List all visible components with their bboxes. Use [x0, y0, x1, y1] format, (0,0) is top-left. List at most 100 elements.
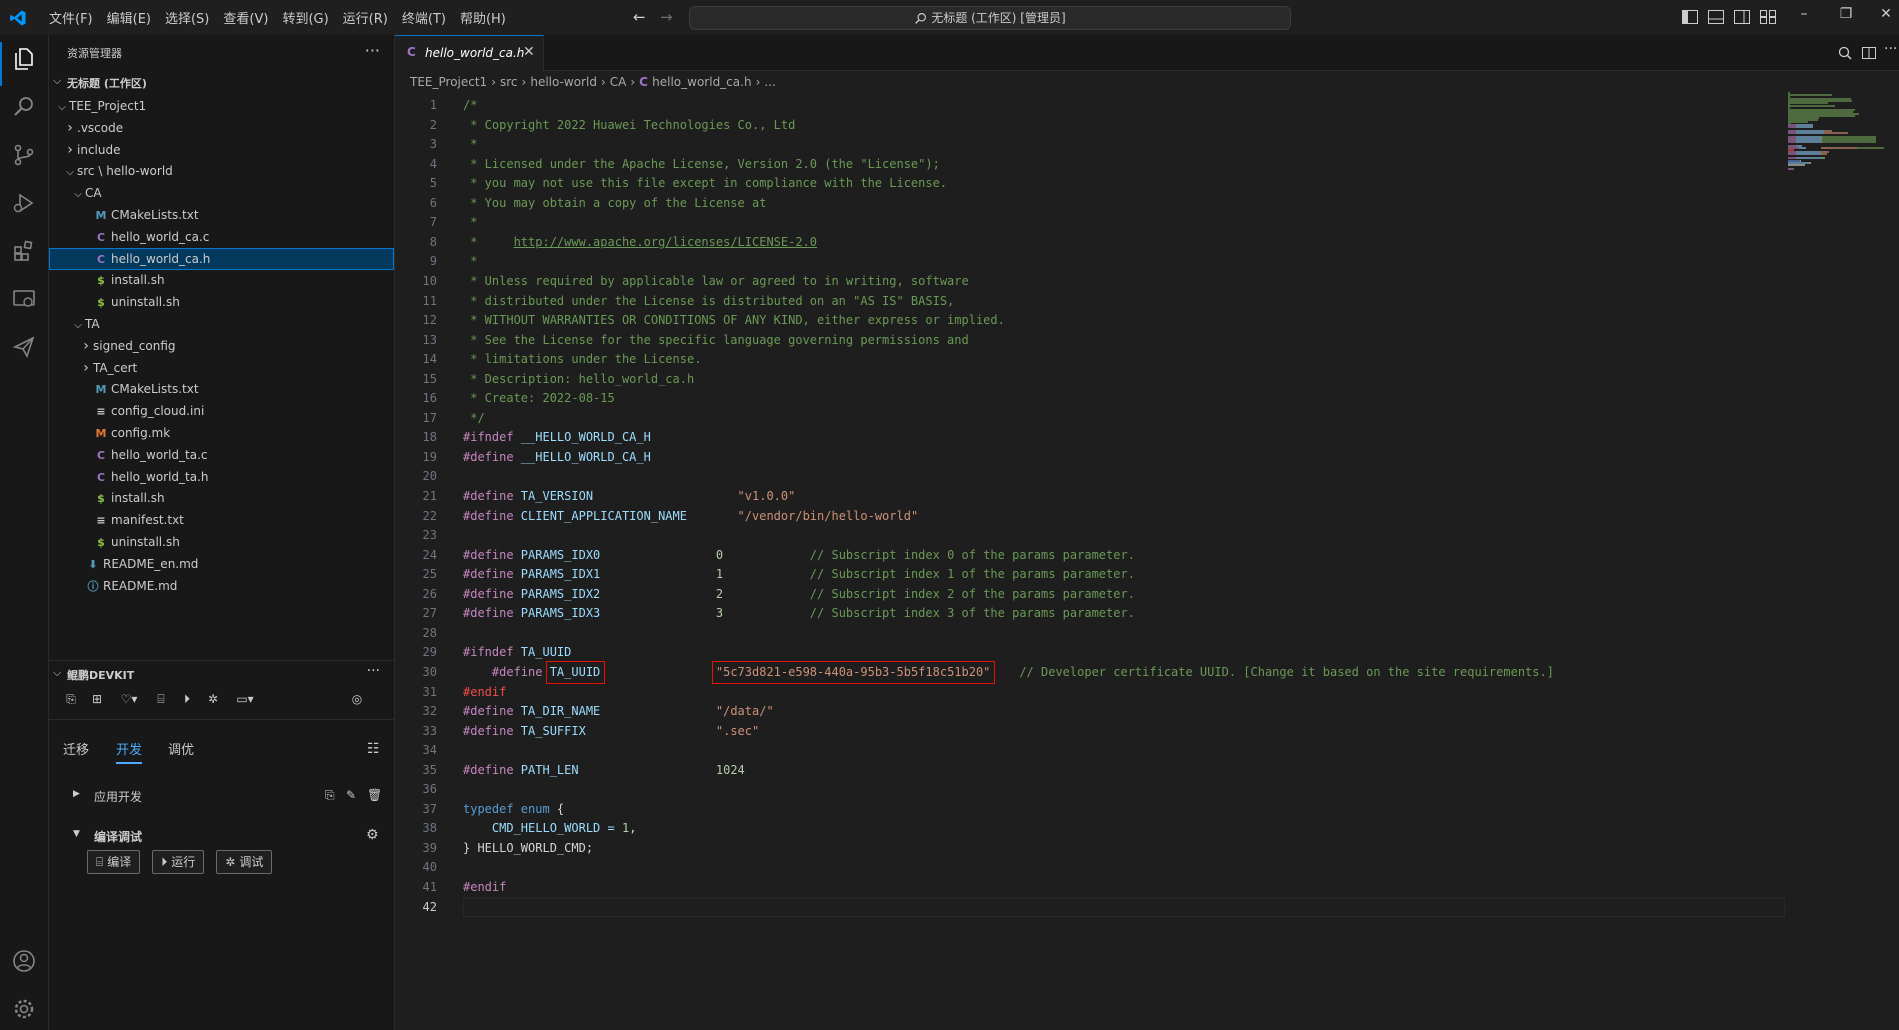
- tree-item[interactable]: Chello_world_ta.c: [49, 444, 394, 466]
- build-icon[interactable]: ⌸: [153, 691, 169, 707]
- tree-item[interactable]: ⬇ README_en.md: [49, 553, 394, 575]
- tree-item[interactable]: ⌵ src \ hello-world: [49, 160, 394, 182]
- menu-view[interactable]: 查看(V): [216, 8, 275, 27]
- close-window-icon[interactable]: ✕: [1876, 6, 1896, 22]
- menu-run[interactable]: 运行(R): [336, 8, 395, 27]
- tree-item[interactable]: › include: [49, 139, 394, 161]
- tree-item[interactable]: ⓘ README.md: [49, 575, 394, 597]
- tree-item[interactable]: $ install.sh: [49, 269, 394, 291]
- forward-arrow-icon[interactable]: →: [660, 8, 673, 26]
- breadcrumb-item[interactable]: src: [500, 75, 518, 89]
- devkit-icon[interactable]: [12, 335, 36, 359]
- import-project-icon[interactable]: ⊞: [89, 691, 105, 707]
- new-file-icon[interactable]: ⎘: [325, 788, 335, 803]
- tree-item[interactable]: Chello_world_ca.c: [49, 226, 394, 248]
- tree-item[interactable]: Chello_world_ca.h: [49, 247, 394, 270]
- tree-item[interactable]: ⌵ TA: [49, 313, 394, 335]
- menu-go[interactable]: 转到(G): [275, 8, 335, 27]
- run-circle-icon[interactable]: ⏵: [179, 691, 195, 707]
- settings-gear-icon[interactable]: ⚙: [366, 827, 379, 843]
- tab-tune[interactable]: 调优: [168, 739, 194, 758]
- minimize-window-icon[interactable]: –: [1794, 6, 1814, 22]
- code-line: * See the License for the specific langu…: [463, 331, 969, 350]
- breadcrumb-item[interactable]: hello-world: [530, 75, 597, 89]
- more-actions-icon[interactable]: ···: [365, 41, 380, 60]
- tree-item[interactable]: › signed_config: [49, 335, 394, 357]
- minimap-line: [1788, 141, 1796, 144]
- tree-item[interactable]: M CMakeLists.txt: [49, 378, 394, 400]
- search-icon[interactable]: [1837, 45, 1853, 61]
- close-tab-icon[interactable]: ✕: [523, 44, 535, 60]
- menu-selection[interactable]: 选择(S): [158, 8, 216, 27]
- run-button[interactable]: ⏵ 运行: [152, 850, 205, 874]
- split-editor-icon[interactable]: [1861, 45, 1877, 61]
- menu-file[interactable]: 文件(F): [42, 8, 100, 27]
- source-control-icon[interactable]: [12, 143, 36, 167]
- deploy-dropdown-icon[interactable]: ▭▾: [231, 691, 259, 707]
- breadcrumb-item[interactable]: CA: [610, 75, 627, 89]
- new-project-icon[interactable]: ⎘: [63, 691, 79, 707]
- tab-label: hello_world_ca.h: [425, 46, 525, 60]
- list-view-icon[interactable]: ☷: [367, 741, 380, 757]
- minimap[interactable]: [1788, 92, 1884, 172]
- extensions-icon[interactable]: [12, 239, 36, 263]
- menu-terminal[interactable]: 终端(T): [395, 8, 453, 27]
- tree-item[interactable]: ⌵ CA: [49, 182, 394, 204]
- menu-edit[interactable]: 编辑(E): [100, 8, 158, 27]
- run-debug-icon[interactable]: [12, 191, 36, 215]
- section-app-dev[interactable]: ▶ 应用开发 ⎘ ✎ 🗑: [49, 785, 394, 807]
- customize-layout-icon[interactable]: [1760, 10, 1776, 24]
- search-icon[interactable]: [12, 95, 36, 119]
- manage-gear-icon[interactable]: [12, 997, 36, 1021]
- breadcrumb-item[interactable]: hello_world_ca.h: [652, 75, 751, 89]
- code-editor[interactable]: 1 /* 2 * Copyright 2022 Huawei Technologie…: [395, 92, 1785, 992]
- command-center[interactable]: 无标题 (工作区) [管理员]: [689, 6, 1291, 30]
- code-token: CLIENT_APPLICATION_NAME: [520, 508, 738, 523]
- line-number: 36: [422, 782, 437, 797]
- explorer-icon[interactable]: [12, 47, 36, 71]
- tree-item[interactable]: › TA_cert: [49, 357, 394, 379]
- tree-item[interactable]: $ install.sh: [49, 487, 394, 509]
- toggle-secondary-sidebar-icon[interactable]: [1734, 10, 1750, 24]
- build-button[interactable]: ⌸ 编译: [87, 850, 141, 874]
- accounts-icon[interactable]: [12, 949, 36, 973]
- tree-item[interactable]: Chello_world_ta.h: [49, 466, 394, 488]
- tab-migrate[interactable]: 迁移: [63, 739, 89, 758]
- tab-develop[interactable]: 开发: [116, 739, 143, 764]
- workspace-header[interactable]: ⌵ 无标题 (工作区): [49, 71, 394, 93]
- breadcrumb-item[interactable]: TEE_Project1: [410, 75, 487, 89]
- code-token: * Copyright 2022 Huawei Technologies Co.…: [463, 117, 796, 132]
- user-icon[interactable]: ◎: [349, 691, 365, 707]
- back-arrow-icon[interactable]: ←: [633, 8, 646, 26]
- tree-item[interactable]: Mconfig.mk: [49, 422, 394, 444]
- more-actions-icon[interactable]: ···: [1884, 41, 1897, 57]
- menu-help[interactable]: 帮助(H): [453, 8, 513, 27]
- heart-dropdown-icon[interactable]: ♡▾: [115, 691, 143, 707]
- remote-explorer-icon[interactable]: [12, 287, 36, 311]
- chevron-right-icon: ›: [83, 337, 89, 354]
- toggle-panel-icon[interactable]: [1708, 10, 1724, 24]
- tree-item[interactable]: ≡ manifest.txt: [49, 509, 394, 531]
- breadcrumb-item[interactable]: ...: [764, 75, 775, 89]
- delete-icon[interactable]: 🗑: [367, 788, 382, 802]
- editor-tab-bar: C hello_world_ca.h ✕ ···: [395, 35, 1899, 71]
- edit-icon[interactable]: ✎: [346, 788, 356, 802]
- code-line: #define PARAMS_IDX3 3 // Subscript index…: [463, 604, 1135, 623]
- toggle-primary-sidebar-icon[interactable]: [1682, 10, 1698, 24]
- code-token: TA_VERSION: [520, 489, 738, 503]
- devkit-header[interactable]: ⌵ 鲲鹏DEVKIT ···: [49, 663, 394, 685]
- tree-item[interactable]: › .vscode: [49, 117, 394, 139]
- restore-window-icon[interactable]: ❐: [1836, 6, 1856, 22]
- tree-item[interactable]: M CMakeLists.txt: [49, 204, 394, 226]
- chevron-right-icon: ›: [67, 119, 73, 136]
- debug-bug-icon[interactable]: ✲: [205, 691, 221, 707]
- more-actions-icon[interactable]: ···: [367, 663, 380, 679]
- debug-button[interactable]: ✲ 调试: [216, 850, 273, 874]
- tree-item[interactable]: $ uninstall.sh: [49, 291, 394, 313]
- tab-hello-world-ca-h[interactable]: C hello_world_ca.h ✕: [395, 35, 544, 71]
- section-build-debug[interactable]: ▼ 编译调试 ⚙: [49, 825, 394, 847]
- tree-item[interactable]: ≡ config_cloud.ini: [49, 400, 394, 422]
- line-number: 8: [429, 234, 437, 249]
- tree-item[interactable]: $ uninstall.sh: [49, 531, 394, 553]
- tree-item[interactable]: ⌵ TEE_Project1: [49, 95, 394, 117]
